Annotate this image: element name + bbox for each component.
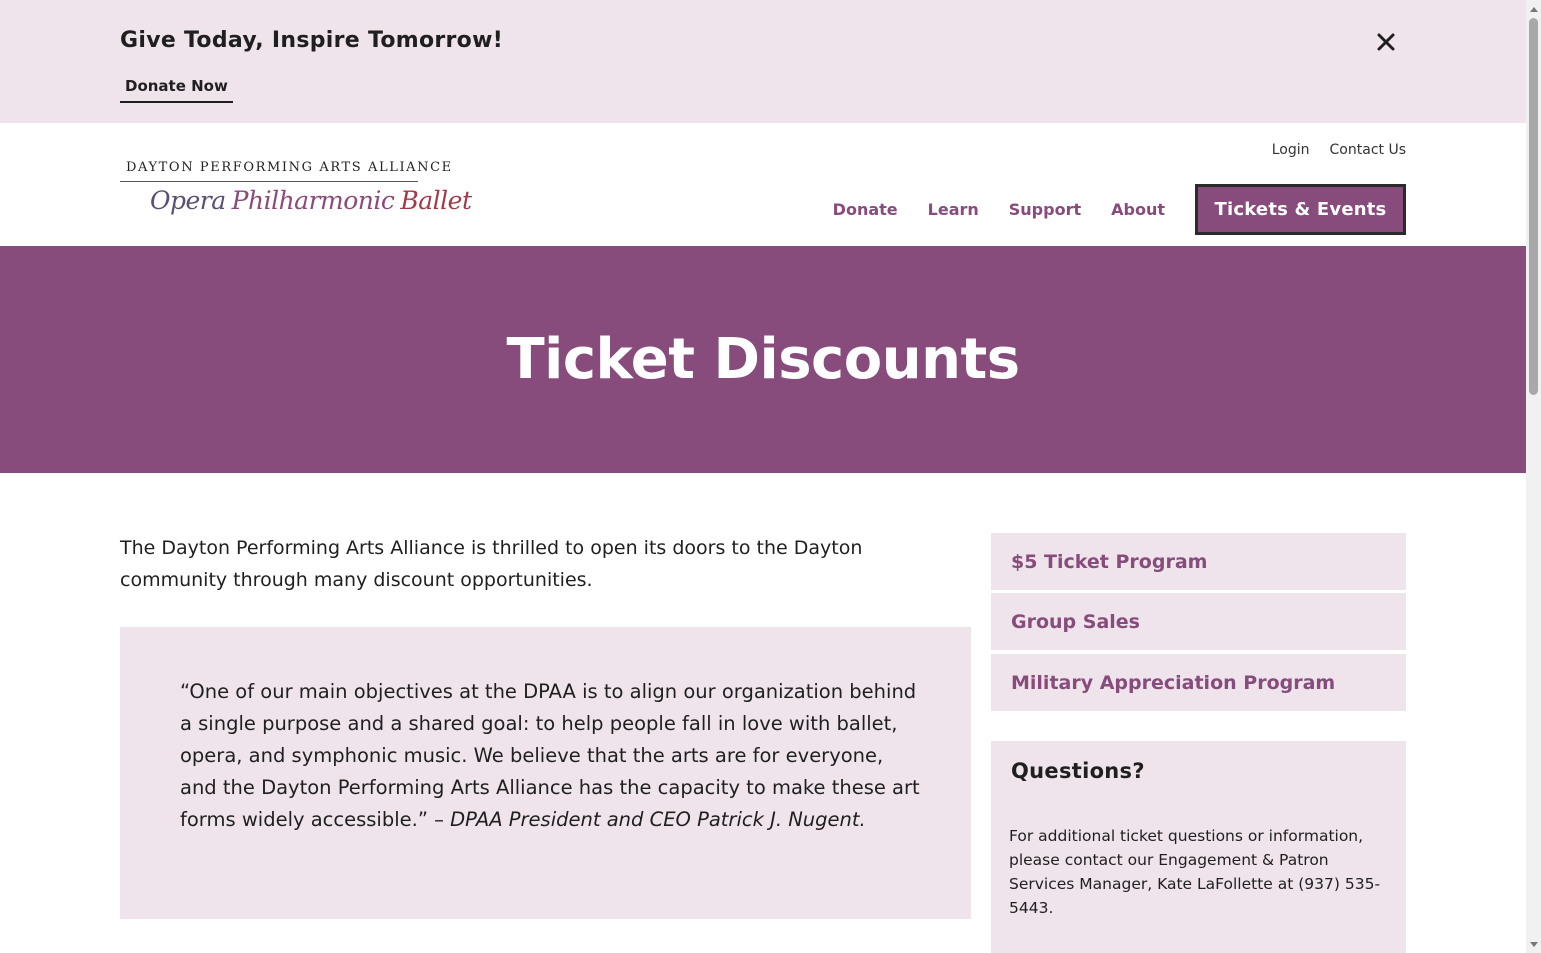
tickets-events-button[interactable]: Tickets & Events [1195,184,1406,235]
quote-text: “One of our main objectives at the DPAA … [180,676,920,836]
nav-item-learn[interactable]: Learn [928,200,979,219]
sidebar-link-military-appreciation[interactable]: Military Appreciation Program [991,654,1406,711]
site-header: DAYTON PERFORMING ARTS ALLIANCE Opera Phi… [0,123,1526,246]
scroll-down-arrow-icon[interactable] [1526,936,1541,953]
page-hero: Ticket Discounts [0,246,1526,473]
intro-paragraph: The Dayton Performing Arts Alliance is t… [120,537,863,591]
close-icon[interactable] [1372,28,1400,56]
login-link[interactable]: Login [1272,142,1310,158]
logo-philharmonic: Philharmonic [231,186,395,215]
scroll-up-arrow-icon[interactable] [1526,0,1541,17]
quote-box: “One of our main objectives at the DPAA … [120,627,971,919]
quote-attribution: DPAA President and CEO Patrick J. Nugent… [450,808,866,831]
dpaa-logo[interactable]: DAYTON PERFORMING ARTS ALLIANCE Opera Phi… [120,158,472,228]
questions-title: Questions? [1011,759,1145,783]
scrollbar-thumb[interactable] [1529,18,1538,395]
nav-item-about[interactable]: About [1111,200,1165,219]
utility-nav: Login Contact Us [1272,142,1406,158]
logo-ballet: Ballet [400,186,472,215]
donation-banner: Give Today, Inspire Tomorrow! Donate Now [0,0,1526,123]
logo-org-name: DAYTON PERFORMING ARTS ALLIANCE [126,160,453,175]
vertical-scrollbar[interactable] [1526,0,1541,953]
main-nav: Donate Learn Support About Tickets & Eve… [833,184,1406,235]
sidebar-link-group-sales[interactable]: Group Sales [991,593,1406,650]
sidebar-link-5-ticket-program[interactable]: $5 Ticket Program [991,533,1406,590]
page-title: Ticket Discounts [506,327,1020,392]
logo-opera: Opera [150,186,226,215]
page: Give Today, Inspire Tomorrow! Donate Now… [0,0,1526,953]
contact-us-link[interactable]: Contact Us [1330,142,1406,158]
questions-body: For additional ticket questions or infor… [1009,827,1381,917]
nav-item-donate[interactable]: Donate [833,200,898,219]
donate-now-link[interactable]: Donate Now [120,76,233,103]
logo-arts-wordmark: Opera Philharmonic Ballet [150,186,472,215]
questions-box: Questions? For additional ticket questio… [991,741,1406,953]
logo-divider [120,181,418,182]
banner-title: Give Today, Inspire Tomorrow! [120,28,504,53]
nav-item-support[interactable]: Support [1009,200,1081,219]
